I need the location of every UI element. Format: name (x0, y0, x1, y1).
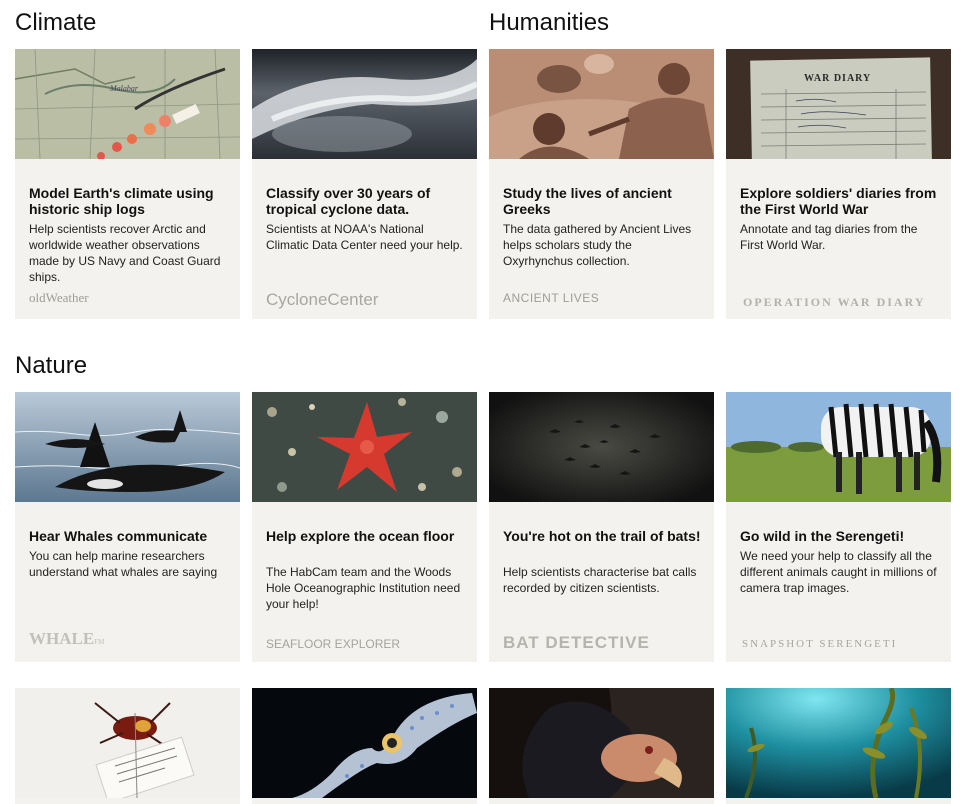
ancient-lives-logo: ANCIENT LIVES (503, 291, 600, 305)
red-starfish-image (252, 392, 477, 502)
card-title[interactable]: Hear Whales communicate (29, 528, 229, 544)
section-title-nature: Nature (15, 352, 88, 379)
svg-text:Malabar: Malabar (109, 84, 139, 93)
card-description: We need your help to classify all the di… (740, 549, 937, 595)
card-description: The HabCam team and the Woods Hole Ocean… (266, 565, 461, 611)
zebra-grazing-image (726, 392, 951, 502)
bat-swarm-image (489, 392, 714, 502)
section-title-climate: Climate (15, 9, 97, 36)
project-card-oldweather[interactable]: Malabar Model Earth's climate using hist… (15, 49, 240, 319)
pinned-insect-specimen-image (15, 688, 240, 798)
project-card-snapshot-serengeti[interactable]: Go wild in the Serengeti! We need your h… (726, 392, 951, 662)
condor-head-image (489, 688, 714, 798)
card-title[interactable]: Model Earth's climate using historic shi… (29, 185, 229, 217)
svg-text:WAR DIARY: WAR DIARY (804, 73, 871, 84)
project-card-whale-fm[interactable]: Hear Whales communicate You can help mar… (15, 392, 240, 662)
project-card-plankton-portal[interactable] (252, 688, 477, 804)
bat-detective-logo: BAT DETECTIVE (503, 633, 650, 652)
orcas-swimming-image (15, 392, 240, 502)
project-card-ancient-lives[interactable]: Study the lives of ancient Greeks The da… (489, 49, 714, 319)
project-card-bat-detective[interactable]: You're hot on the trail of bats! Help sc… (489, 392, 714, 662)
card-description: Annotate and tag diaries from the First … (740, 222, 918, 252)
card-description: Help scientists characterise bat calls r… (503, 565, 697, 595)
glowing-squid-image (252, 688, 477, 798)
cyclone-satellite-image (252, 49, 477, 159)
project-card-notes-from-nature[interactable] (15, 688, 240, 804)
project-card-seafloor-explorer[interactable]: Help explore the ocean floor The HabCam … (252, 392, 477, 662)
project-card-cyclone-center[interactable]: Classify over 30 years of tropical cyclo… (252, 49, 477, 319)
card-title[interactable]: Help explore the ocean floor (266, 528, 466, 544)
cyclone-center-logo: CycloneCenter (266, 290, 379, 309)
project-card-operation-war-diary[interactable]: WAR DIARY Explore soldiers' diaries from… (726, 49, 951, 319)
card-description: Help scientists recover Arctic and world… (29, 222, 221, 284)
archaeology-dig-image (489, 49, 714, 159)
whale-fm-logo: WHALEFM (29, 629, 105, 648)
card-description: You can help marine researchers understa… (29, 549, 218, 579)
operation-war-diary-logo: OPERATION WAR DIARY (743, 295, 926, 309)
card-description: The data gathered by Ancient Lives helps… (503, 222, 692, 268)
card-title[interactable]: Go wild in the Serengeti! (740, 528, 940, 544)
card-title[interactable]: Explore soldiers' diaries from the First… (740, 185, 940, 217)
project-card-floating-forests[interactable] (726, 688, 951, 804)
project-card-condor-watch[interactable] (489, 688, 714, 804)
war-diary-page-image: WAR DIARY (726, 49, 951, 159)
seafloor-explorer-logo: SEAFLOOR EXPLORER (266, 637, 401, 651)
card-title[interactable]: You're hot on the trail of bats! (503, 528, 703, 544)
card-title[interactable]: Study the lives of ancient Greeks (503, 185, 703, 217)
card-description: Scientists at NOAA's National Climatic D… (266, 222, 463, 252)
ship-route-map-image: Malabar (15, 49, 240, 159)
card-title[interactable]: Classify over 30 years of tropical cyclo… (266, 185, 466, 217)
section-title-humanities: Humanities (489, 9, 610, 36)
oldweather-logo: oldWeather (29, 290, 89, 305)
kelp-forest-image (726, 688, 951, 798)
snapshot-serengeti-logo: SNAPSHOT SERENGETI (742, 638, 898, 650)
